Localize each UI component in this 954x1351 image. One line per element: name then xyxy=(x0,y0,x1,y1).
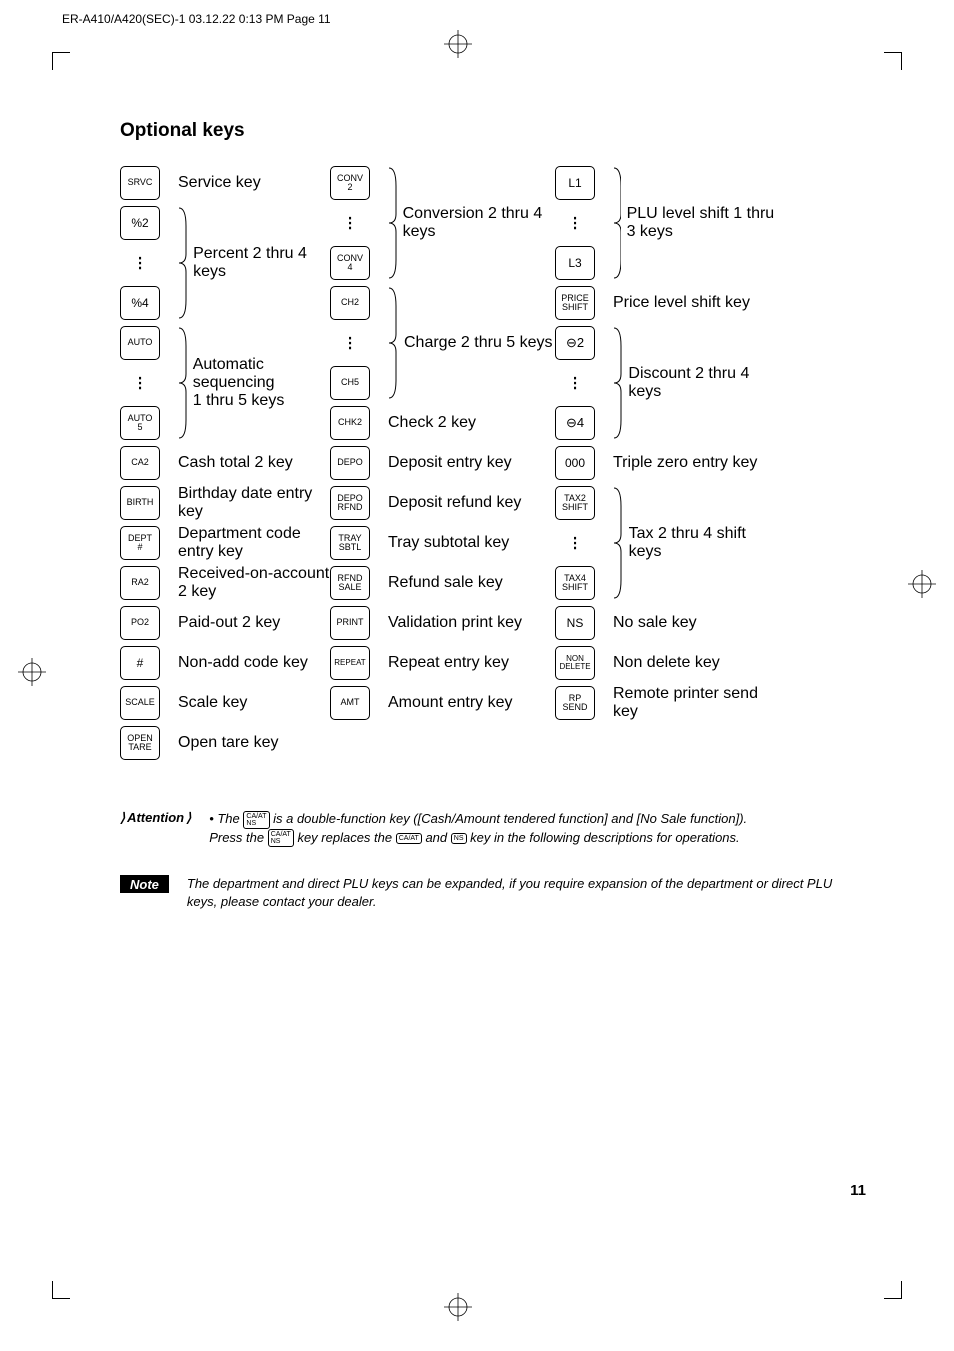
corner-mark xyxy=(884,52,902,70)
desc-deporfnd: Deposit refund key xyxy=(388,486,555,520)
note-label: Note xyxy=(120,875,169,893)
desc-print: Validation print key xyxy=(388,606,555,640)
key-pct2: %2 xyxy=(120,206,160,240)
desc-ns: No sale key xyxy=(613,606,777,640)
inline-key-caatns: CA/AT NS xyxy=(243,811,269,829)
key-srvc: SRVC xyxy=(120,166,160,200)
corner-mark xyxy=(52,1281,70,1299)
key-tray: TRAY SBTL xyxy=(330,526,370,560)
key-num: # xyxy=(120,646,160,680)
dots-icon: ⁝ xyxy=(330,206,370,240)
desc-ra2: Received-on-account 2 key xyxy=(178,566,330,600)
print-header: ER-A410/A420(SEC)-1 03.12.22 0:13 PM Pag… xyxy=(62,12,331,26)
desc-auto: Automatic sequencing 1 thru 5 keys xyxy=(193,356,330,410)
key-rpsend: RP SEND xyxy=(555,686,595,720)
key-repeat: REPEAT xyxy=(330,646,370,680)
desc-repeat: Repeat entry key xyxy=(388,646,555,680)
attention-label: Attention xyxy=(120,810,191,847)
key-opentare: OPEN TARE xyxy=(120,726,160,760)
brace-icon xyxy=(178,206,187,320)
key-chk2: CHK2 xyxy=(330,406,370,440)
key-tax4: TAX4 SHIFT xyxy=(555,566,595,600)
key-priceshift: PRICE SHIFT xyxy=(555,286,595,320)
dots-icon: ⁝ xyxy=(555,526,595,560)
key-pct4: %4 xyxy=(120,286,160,320)
desc-ch: Charge 2 thru 5 keys xyxy=(404,334,553,352)
key-ch5: CH5 xyxy=(330,366,370,400)
brace-icon xyxy=(388,166,397,280)
attention-body: • The CA/AT NS is a double-function key … xyxy=(209,810,747,847)
key-conv4: CONV 4 xyxy=(330,246,370,280)
key-print: PRINT xyxy=(330,606,370,640)
dots-icon: ⁝ xyxy=(555,366,595,400)
page-heading: Optional keys xyxy=(120,120,840,142)
desc-price: Price level shift key xyxy=(613,286,777,320)
key-l3: L3 xyxy=(555,246,595,280)
desc-nondel: Non delete key xyxy=(613,646,777,680)
key-disc4: ⊖4 xyxy=(555,406,595,440)
key-deporfnd: DEPO RFND xyxy=(330,486,370,520)
desc-conv: Conversion 2 thru 4 keys xyxy=(403,205,555,241)
dots-icon: ⁝ xyxy=(330,326,370,360)
desc-percent: Percent 2 thru 4 keys xyxy=(193,245,330,281)
key-l1: L1 xyxy=(555,166,595,200)
dots-icon: ⁝ xyxy=(555,206,595,240)
key-000: 000 xyxy=(555,446,595,480)
desc-zero: Triple zero entry key xyxy=(613,446,777,480)
desc-chk2: Check 2 key xyxy=(388,406,555,440)
crop-mark-bottom xyxy=(444,1293,472,1321)
desc-scale: Scale key xyxy=(178,686,330,720)
desc-dept: Department code entry key xyxy=(178,526,330,560)
crop-mark-top xyxy=(444,30,472,58)
brace-icon xyxy=(613,166,621,280)
crop-mark-right xyxy=(908,570,936,598)
desc-plu: PLU level shift 1 thru 3 keys xyxy=(627,205,777,241)
key-ca2: CA2 xyxy=(120,446,160,480)
key-disc2: ⊖2 xyxy=(555,326,595,360)
desc-tray: Tray subtotal key xyxy=(388,526,555,560)
key-po2: PO2 xyxy=(120,606,160,640)
desc-rfnd: Refund sale key xyxy=(388,566,555,600)
key-birth: BIRTH xyxy=(120,486,160,520)
dots-icon: ⁝ xyxy=(120,246,160,280)
inline-key-caatns: CA/AT NS xyxy=(268,829,294,847)
key-ch2: CH2 xyxy=(330,286,370,320)
key-amt: AMT xyxy=(330,686,370,720)
desc-srvc: Service key xyxy=(178,166,330,200)
desc-po2: Paid-out 2 key xyxy=(178,606,330,640)
desc-birth: Birthday date entry key xyxy=(178,486,330,520)
crop-mark-left xyxy=(18,658,46,686)
desc-open: Open tare key xyxy=(178,726,330,760)
corner-mark xyxy=(884,1281,902,1299)
brace-icon xyxy=(613,326,622,440)
key-ns: NS xyxy=(555,606,595,640)
note-body: The department and direct PLU keys can b… xyxy=(187,875,840,910)
desc-ca2: Cash total 2 key xyxy=(178,446,330,480)
desc-depo: Deposit entry key xyxy=(388,446,555,480)
key-nondelete: NON DELETE xyxy=(555,646,595,680)
key-ra2: RA2 xyxy=(120,566,160,600)
inline-key-ns: NS xyxy=(451,833,467,844)
key-rfndsale: RFND SALE xyxy=(330,566,370,600)
brace-icon xyxy=(178,326,187,440)
key-auto5: AUTO 5 xyxy=(120,406,160,440)
page-number: 11 xyxy=(850,1182,866,1199)
desc-tax: Tax 2 thru 4 shift keys xyxy=(629,525,777,561)
key-depo: DEPO xyxy=(330,446,370,480)
dots-icon: ⁝ xyxy=(120,366,160,400)
brace-icon xyxy=(613,486,623,600)
key-scale: SCALE xyxy=(120,686,160,720)
desc-num: Non-add code key xyxy=(178,646,330,680)
inline-key-caat: CA/AT xyxy=(396,833,422,844)
corner-mark xyxy=(52,52,70,70)
key-dept: DEPT # xyxy=(120,526,160,560)
key-conv2: CONV 2 xyxy=(330,166,370,200)
desc-amt: Amount entry key xyxy=(388,686,555,720)
brace-icon xyxy=(388,286,398,400)
desc-disc: Discount 2 thru 4 keys xyxy=(628,365,777,401)
desc-rp: Remote printer send key xyxy=(613,686,777,720)
key-auto: AUTO xyxy=(120,326,160,360)
key-tax2: TAX2 SHIFT xyxy=(555,486,595,520)
